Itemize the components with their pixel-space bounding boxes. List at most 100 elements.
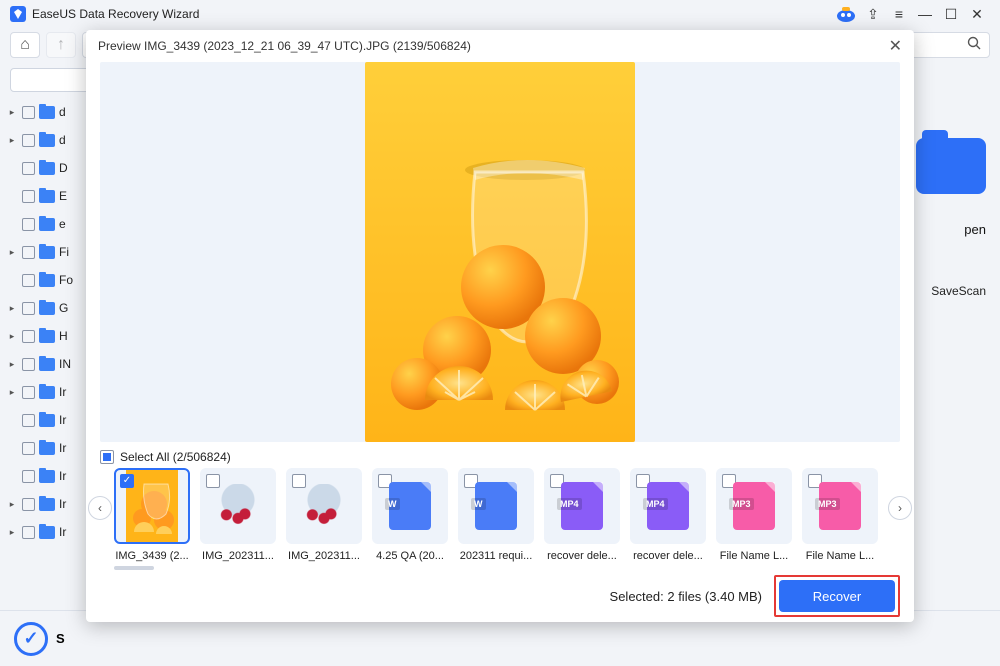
tree-item-label: Ir [59, 441, 66, 455]
menu-icon[interactable]: ≡ [886, 3, 912, 25]
tree-checkbox[interactable] [22, 358, 35, 371]
home-button[interactable]: ⌂ [10, 32, 40, 58]
tree-checkbox[interactable] [22, 218, 35, 231]
thumb-box[interactable]: W [458, 468, 534, 544]
thumb-card[interactable]: MP4 recover dele... [630, 468, 706, 562]
thumb-card[interactable]: W 4.25 QA (20... [372, 468, 448, 562]
caret-icon: ▸ [6, 107, 18, 118]
tree-checkbox[interactable] [22, 526, 35, 539]
tree-checkbox[interactable] [22, 498, 35, 511]
recover-button-highlight: Recover [774, 575, 900, 617]
thumb-box[interactable] [200, 468, 276, 544]
folder-icon [39, 218, 55, 231]
folder-icon [39, 470, 55, 483]
share-icon[interactable]: ⇪ [860, 3, 886, 25]
folder-icon [39, 442, 55, 455]
tree-item-label: Ir [59, 497, 66, 511]
thumbnail-strip: ‹ ✓ IMG_3439 (2... IMG_202311... IMG_202… [86, 468, 914, 562]
thumb-box[interactable]: W [372, 468, 448, 544]
tree-item-label: Ir [59, 469, 66, 483]
caret-icon: ▸ [6, 387, 18, 398]
window-close-icon[interactable]: ✕ [964, 3, 990, 25]
tree-checkbox[interactable] [22, 442, 35, 455]
thumb-checkbox[interactable]: ✓ [120, 474, 134, 488]
tree-item-label: Fo [59, 273, 73, 287]
tree-checkbox[interactable] [22, 106, 35, 119]
thumb-card[interactable]: IMG_202311... [286, 468, 362, 562]
tree-checkbox[interactable] [22, 246, 35, 259]
preview-area [100, 62, 900, 442]
thumb-checkbox[interactable] [292, 474, 306, 488]
tree-item-label: Ir [59, 525, 66, 539]
tree-checkbox[interactable] [22, 302, 35, 315]
filetype-icon: W [475, 482, 517, 530]
caret-icon: ▸ [6, 135, 18, 146]
tree-item-label: Ir [59, 385, 66, 399]
thumb-box[interactable]: MP3 [716, 468, 792, 544]
thumb-card[interactable]: MP3 File Name L... [716, 468, 792, 562]
tree-item-label: Ir [59, 413, 66, 427]
folder-icon [39, 162, 55, 175]
thumb-card[interactable]: IMG_202311... [200, 468, 276, 562]
folder-icon [39, 414, 55, 427]
recover-button[interactable]: Recover [779, 580, 895, 612]
search-icon [967, 36, 981, 55]
mascot-icon [832, 3, 860, 25]
thumb-card[interactable]: ✓ IMG_3439 (2... [114, 468, 190, 562]
tree-checkbox[interactable] [22, 330, 35, 343]
thumb-box[interactable]: MP3 [802, 468, 878, 544]
select-all-row[interactable]: Select All (2/506824) [86, 442, 914, 468]
modal-footer: Selected: 2 files (3.40 MB) Recover [86, 570, 914, 622]
up-button[interactable]: ↑ [46, 32, 76, 58]
tree-checkbox[interactable] [22, 386, 35, 399]
thumb-box[interactable] [286, 468, 362, 544]
folder-icon [39, 106, 55, 119]
app-title: EaseUS Data Recovery Wizard [32, 7, 199, 21]
folder-icon [39, 386, 55, 399]
select-all-checkbox[interactable] [100, 450, 114, 464]
tree-item-label: d [59, 133, 66, 147]
app-logo-icon [10, 6, 26, 22]
select-all-label: Select All (2/506824) [120, 450, 231, 464]
thumb-checkbox[interactable] [206, 474, 220, 488]
thumb-card[interactable]: MP3 File Name L... [802, 468, 878, 562]
thumb-card[interactable]: MP4 recover dele... [544, 468, 620, 562]
tree-checkbox[interactable] [22, 190, 35, 203]
selected-count-text: Selected: 2 files (3.40 MB) [610, 589, 762, 604]
filetype-icon: MP4 [561, 482, 603, 530]
strip-next-button[interactable]: › [888, 496, 912, 520]
thumb-filename: 4.25 QA (20... [372, 550, 448, 562]
window-minimize-icon[interactable]: — [912, 3, 938, 25]
tree-checkbox[interactable] [22, 414, 35, 427]
filetype-icon: MP4 [647, 482, 689, 530]
folder-icon [39, 330, 55, 343]
savescan-label: SaveScan [931, 284, 986, 298]
thumb-box[interactable]: MP4 [630, 468, 706, 544]
tree-item-label: G [59, 301, 68, 315]
tree-checkbox[interactable] [22, 162, 35, 175]
thumb-card[interactable]: W 202311 requi... [458, 468, 534, 562]
folder-icon [39, 246, 55, 259]
filetype-icon: MP3 [819, 482, 861, 530]
folder-icon [39, 134, 55, 147]
close-icon[interactable]: ✕ [889, 36, 902, 56]
caret-icon: ▸ [6, 303, 18, 314]
thumb-box[interactable]: MP4 [544, 468, 620, 544]
thumb-image [209, 484, 267, 528]
thumb-filename: recover dele... [630, 550, 706, 562]
thumb-image [295, 484, 353, 528]
tree-item-label: E [59, 189, 67, 203]
folder-icon [916, 138, 986, 194]
strip-prev-button[interactable]: ‹ [88, 496, 112, 520]
window-maximize-icon[interactable]: ☐ [938, 3, 964, 25]
tree-item-label: H [59, 329, 68, 343]
tree-checkbox[interactable] [22, 134, 35, 147]
folder-icon [39, 526, 55, 539]
thumb-filename: File Name L... [716, 550, 792, 562]
tree-item-label: e [59, 217, 66, 231]
tree-checkbox[interactable] [22, 470, 35, 483]
thumb-filename: IMG_3439 (2... [114, 550, 190, 562]
tree-checkbox[interactable] [22, 274, 35, 287]
thumb-box[interactable]: ✓ [114, 468, 190, 544]
tree-item-label: Fi [59, 245, 69, 259]
